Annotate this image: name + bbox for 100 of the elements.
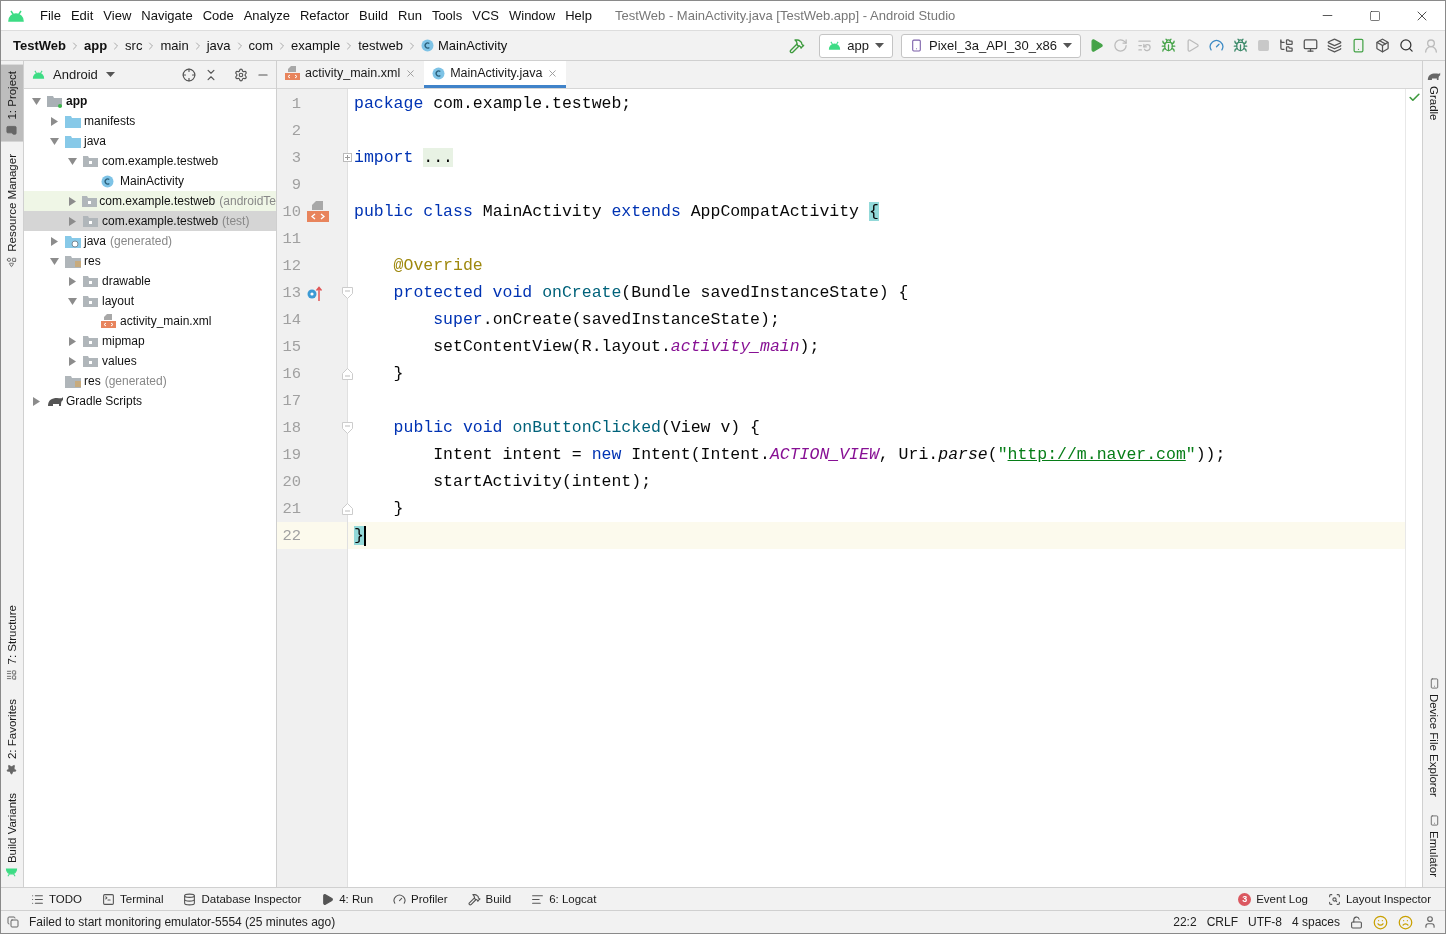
tool-window-button[interactable]: Terminal [102,892,164,906]
tool-window-tab[interactable]: Device File Explorer [1423,672,1445,803]
tool-window-tab[interactable]: Emulator [1423,808,1445,883]
tree-item[interactable]: Gradle Scripts [24,391,276,411]
menu-item[interactable]: Tools [426,8,468,23]
user-icon[interactable] [1423,915,1437,929]
tree-item[interactable]: res [24,251,276,271]
settings-icon[interactable] [234,67,248,82]
sdk-manager-icon[interactable] [1375,38,1390,53]
avd-manager-icon[interactable] [1351,38,1366,53]
expanded-arrow-icon[interactable] [68,296,77,306]
fold-marker-icon[interactable] [342,286,353,299]
maximize-icon[interactable] [1368,9,1381,22]
smile-icon[interactable] [1373,914,1388,930]
tree-item[interactable]: layout [24,291,276,311]
tool-window-tab[interactable]: Resource Manager [1,147,23,274]
tool-window-button[interactable]: 3 Event Log [1238,892,1308,906]
collapsed-arrow-icon[interactable] [68,276,77,286]
tree-item[interactable]: java (generated) [24,231,276,251]
menu-item[interactable]: File [35,8,66,23]
menu-item[interactable]: Help [560,8,597,23]
breadcrumb[interactable]: java [206,38,231,53]
breadcrumb[interactable]: app [84,38,108,53]
menu-item[interactable]: Analyze [238,8,295,23]
menu-item[interactable]: Navigate [136,8,198,23]
frown-icon[interactable] [1398,914,1413,930]
collapse-icon[interactable] [204,67,218,82]
collapsed-arrow-icon[interactable] [68,336,77,346]
collapsed-arrow-icon[interactable] [68,196,77,206]
status-item[interactable]: 4 spaces [1291,915,1340,929]
collapsed-arrow-icon[interactable] [68,356,77,366]
debug-icon[interactable] [1161,38,1176,53]
collapsed-arrow-icon[interactable] [50,236,59,246]
layout-file-icon[interactable] [307,201,329,222]
run-icon[interactable] [1089,38,1104,53]
dropdown-caret-icon[interactable] [105,72,115,77]
run-configuration-dropdown[interactable]: app [819,33,894,58]
sync-icon[interactable] [1327,38,1342,53]
menu-item[interactable]: Window [503,8,561,23]
tool-window-button[interactable]: TODO [31,892,82,906]
tree-item[interactable]: app [24,91,276,111]
editor-tab[interactable]: activity_main.xml [277,61,425,88]
tool-window-tab[interactable]: Build Variants [1,786,23,883]
tree-item[interactable]: com.example.testweb (androidTe [24,191,276,211]
tree-item[interactable]: mipmap [24,331,276,351]
collapsed-arrow-icon[interactable] [50,116,59,126]
tool-window-tab[interactable]: 1: Project [1,65,23,142]
monitor-icon[interactable] [1303,38,1318,53]
view-selector[interactable]: Android [53,67,98,82]
tool-window-button[interactable]: Layout Inspector [1327,892,1431,906]
hammer-icon[interactable] [789,37,806,54]
tree-item[interactable]: com.example.testweb (test) [24,211,276,231]
tool-window-tab[interactable]: 7: Structure [1,599,23,687]
status-icon[interactable] [7,916,19,928]
locate-icon[interactable] [182,67,196,82]
menu-item[interactable]: Refactor [294,8,355,23]
status-item[interactable]: 22:2 [1173,915,1197,929]
breadcrumb[interactable]: MainActivity [421,38,508,53]
tool-window-tab[interactable]: 2: Favorites [1,692,23,781]
breadcrumb[interactable]: main [160,38,189,53]
tree-item[interactable]: values [24,351,276,371]
tool-window-tab[interactable]: Gradle [1423,65,1445,127]
tree-item[interactable]: drawable [24,271,276,291]
tree-item[interactable]: MainActivity [24,171,276,191]
expanded-arrow-icon[interactable] [68,156,77,166]
rerun-icon[interactable] [1113,38,1128,53]
expanded-arrow-icon[interactable] [50,136,59,146]
dropdown-caret-icon[interactable] [1063,43,1072,48]
fold-marker-icon[interactable] [342,421,353,434]
apply-changes-icon[interactable] [1137,38,1152,53]
dropdown-caret-icon[interactable] [875,43,885,48]
project-structure-icon[interactable] [1279,38,1294,53]
expanded-arrow-icon[interactable] [32,96,41,106]
search-icon[interactable] [1399,38,1414,53]
menu-item[interactable]: View [98,8,137,23]
fold-plus-icon[interactable] [343,153,352,162]
tool-window-button[interactable]: Database Inspector [183,892,302,906]
collapsed-arrow-icon[interactable] [32,396,41,406]
tool-window-button[interactable]: Profiler [393,892,448,906]
fold-marker-icon[interactable] [342,367,353,380]
tree-item[interactable]: activity_main.xml [24,311,276,331]
device-dropdown[interactable]: Pixel_3a_API_30_x86 [901,33,1081,58]
menu-item[interactable]: Code [197,8,239,23]
menu-item[interactable]: VCS [467,8,504,23]
lock-icon[interactable] [1350,915,1363,929]
breadcrumb[interactable]: testweb [358,38,403,53]
user-avatar-icon[interactable] [1423,37,1439,54]
status-item[interactable]: UTF-8 [1247,915,1282,929]
tree-item[interactable]: java [24,131,276,151]
breadcrumb[interactable]: com [248,38,274,53]
attach-debugger-icon[interactable] [1233,38,1248,53]
profiler-icon[interactable] [1209,38,1224,53]
editor-tab[interactable]: MainActivity.java [424,61,567,88]
tool-window-button[interactable]: 4: Run [321,892,374,906]
tool-window-button[interactable]: Build [467,892,512,906]
breadcrumb[interactable]: example [291,38,341,53]
tree-item[interactable]: com.example.testweb [24,151,276,171]
override-icon[interactable] [307,284,323,301]
collapsed-arrow-icon[interactable] [68,216,77,226]
breadcrumb[interactable]: TestWeb [13,38,66,53]
